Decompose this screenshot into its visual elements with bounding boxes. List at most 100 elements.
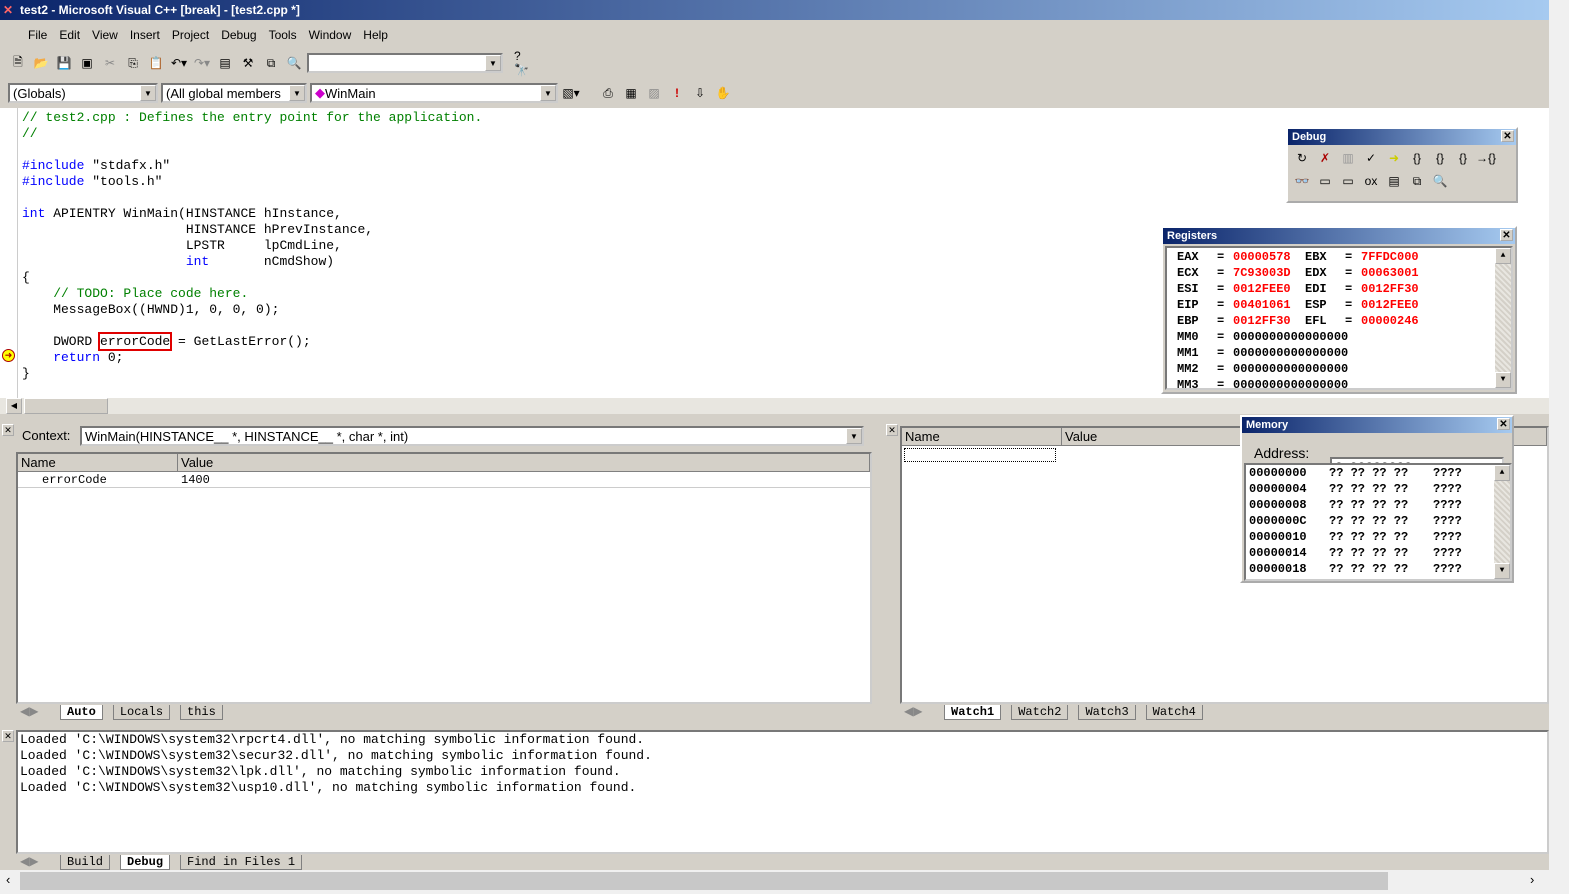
- tab-watch3[interactable]: Watch3: [1078, 704, 1136, 720]
- memory-scrollbar[interactable]: ▲ ▼: [1494, 465, 1510, 579]
- scroll-down-button[interactable]: ▼: [1494, 563, 1510, 579]
- menu-help[interactable]: Help: [361, 27, 390, 43]
- menu-view[interactable]: View: [90, 27, 120, 43]
- function-combo[interactable]: ◆ WinMain ▼: [310, 83, 558, 103]
- open-icon[interactable]: 📂: [31, 53, 51, 73]
- chevron-down-icon[interactable]: ▼: [485, 55, 501, 71]
- scroll-down-button[interactable]: ▼: [1495, 372, 1511, 388]
- scroll-left-button[interactable]: ◀: [6, 398, 22, 414]
- cut-icon[interactable]: ✂: [100, 53, 120, 73]
- call-stack-icon[interactable]: ⧉: [1407, 171, 1427, 191]
- show-next-statement-icon[interactable]: ➜: [1384, 148, 1404, 168]
- workspace-icon[interactable]: ▤: [215, 53, 235, 73]
- compile-icon[interactable]: ⎙: [598, 83, 618, 103]
- watch-window-icon[interactable]: ▭: [1315, 171, 1335, 191]
- watch-new-entry[interactable]: [904, 448, 1056, 462]
- tab-find-in-files-1[interactable]: Find in Files 1: [180, 854, 303, 870]
- chevron-down-icon[interactable]: ▼: [289, 85, 305, 101]
- stop-build-icon[interactable]: ▨: [644, 83, 664, 103]
- break-icon[interactable]: ▥: [1338, 148, 1358, 168]
- save-all-icon[interactable]: ▣: [77, 53, 97, 73]
- variable-value[interactable]: 1400: [178, 472, 210, 487]
- stop-debugging-icon[interactable]: ✗: [1315, 148, 1335, 168]
- menu-file[interactable]: File: [26, 27, 49, 43]
- run-to-cursor-icon[interactable]: →{}: [1476, 148, 1496, 168]
- scroll-thumb[interactable]: [24, 398, 108, 414]
- close-icon[interactable]: ✕: [2, 730, 14, 742]
- variables-window-icon[interactable]: ▭: [1338, 171, 1358, 191]
- memory-row: 00000008 ?? ?? ?? ??????: [1249, 497, 1510, 513]
- chevron-down-icon[interactable]: ▼: [140, 85, 156, 101]
- registers-scrollbar[interactable]: ▲ ▼: [1495, 248, 1511, 388]
- tab-auto[interactable]: Auto: [60, 704, 103, 720]
- paste-icon[interactable]: 📋: [146, 53, 166, 73]
- menu-debug[interactable]: Debug: [219, 27, 258, 43]
- window-scrollbar[interactable]: [1549, 0, 1569, 894]
- members-combo[interactable]: (All global members ▼: [161, 83, 307, 103]
- tab-scroll-icon[interactable]: ◀▶: [20, 854, 38, 868]
- step-over-icon[interactable]: {}: [1430, 148, 1450, 168]
- tab-scroll-icon[interactable]: ◀▶: [20, 704, 38, 718]
- find-combo[interactable]: ▼: [307, 53, 503, 73]
- scroll-up-button[interactable]: ▲: [1495, 248, 1511, 264]
- chevron-down-icon[interactable]: ▼: [540, 85, 556, 101]
- output-text[interactable]: Loaded 'C:\WINDOWS\system32\rpcrt4.dll',…: [16, 730, 1549, 854]
- main-hscroll[interactable]: ‹ ›: [0, 870, 1549, 894]
- build-icon[interactable]: ▦: [621, 83, 641, 103]
- tab-watch4[interactable]: Watch4: [1145, 704, 1203, 720]
- close-icon[interactable]: ✕: [886, 424, 898, 436]
- output-window-icon[interactable]: ⚒: [238, 53, 258, 73]
- menu-window[interactable]: Window: [307, 27, 354, 43]
- scroll-right-icon[interactable]: ›: [1530, 872, 1534, 887]
- column-header-name[interactable]: Name: [18, 454, 178, 471]
- search-icon[interactable]: ?🔭: [514, 49, 534, 77]
- variables-list[interactable]: Name Value errorCode 1400: [16, 452, 872, 704]
- redo-icon[interactable]: ↷▾: [192, 53, 212, 73]
- quickwatch-icon[interactable]: 👓: [1292, 171, 1312, 191]
- editor-hscroll[interactable]: ◀: [0, 398, 1549, 414]
- undo-icon[interactable]: ↶▾: [169, 53, 189, 73]
- new-file-icon[interactable]: 🗎: [8, 53, 28, 73]
- close-icon[interactable]: ✕: [2, 424, 14, 436]
- registers-window-icon[interactable]: ox: [1361, 171, 1381, 191]
- column-header-name[interactable]: Name: [902, 428, 1062, 445]
- tab-watch1[interactable]: Watch1: [944, 704, 1002, 720]
- save-icon[interactable]: 💾: [54, 53, 74, 73]
- go-icon[interactable]: ⇩: [690, 83, 710, 103]
- tab-this[interactable]: this: [180, 704, 223, 720]
- memory-window-icon[interactable]: ▤: [1384, 171, 1404, 191]
- code-token: = GetLastError();: [170, 334, 311, 349]
- menu-edit[interactable]: Edit: [57, 27, 82, 43]
- apply-code-changes-icon[interactable]: ✓: [1361, 148, 1381, 168]
- tab-build[interactable]: Build: [60, 854, 111, 870]
- tab-scroll-icon[interactable]: ◀▶: [904, 704, 922, 718]
- close-icon[interactable]: ✕: [1500, 229, 1513, 241]
- scroll-thumb[interactable]: [20, 872, 1388, 890]
- scroll-up-button[interactable]: ▲: [1494, 465, 1510, 481]
- chevron-down-icon[interactable]: ▼: [846, 428, 862, 444]
- scroll-left-icon[interactable]: ‹: [6, 872, 10, 887]
- step-into-icon[interactable]: {}: [1407, 148, 1427, 168]
- restart-icon[interactable]: ↻: [1292, 148, 1312, 168]
- disassembly-icon[interactable]: 🔍: [1430, 171, 1450, 191]
- wizard-action-icon[interactable]: ▧▾: [561, 83, 581, 103]
- menu-project[interactable]: Project: [170, 27, 211, 43]
- menu-tools[interactable]: Tools: [267, 27, 299, 43]
- breakpoint-hand-icon[interactable]: ✋: [713, 83, 733, 103]
- close-icon[interactable]: ✕: [1501, 130, 1514, 142]
- context-combo[interactable]: WinMain(HINSTANCE__ *, HINSTANCE__ *, ch…: [80, 426, 864, 446]
- find-in-files-icon[interactable]: 🔍: [284, 53, 304, 73]
- close-icon[interactable]: ✕: [1497, 418, 1510, 430]
- copy-icon[interactable]: ⎘: [123, 53, 143, 73]
- code-token: DWORD: [22, 334, 101, 349]
- execute-icon[interactable]: !: [667, 83, 687, 103]
- step-out-icon[interactable]: {}: [1453, 148, 1473, 168]
- window-list-icon[interactable]: ⧉: [261, 53, 281, 73]
- tab-locals[interactable]: Locals: [112, 704, 171, 720]
- tab-debug[interactable]: Debug: [120, 854, 171, 870]
- tab-watch2[interactable]: Watch2: [1011, 704, 1069, 720]
- column-header-value[interactable]: Value: [178, 454, 870, 471]
- menu-insert[interactable]: Insert: [128, 27, 162, 43]
- scope-combo[interactable]: (Globals) ▼: [8, 83, 158, 103]
- table-row[interactable]: errorCode 1400: [18, 472, 870, 488]
